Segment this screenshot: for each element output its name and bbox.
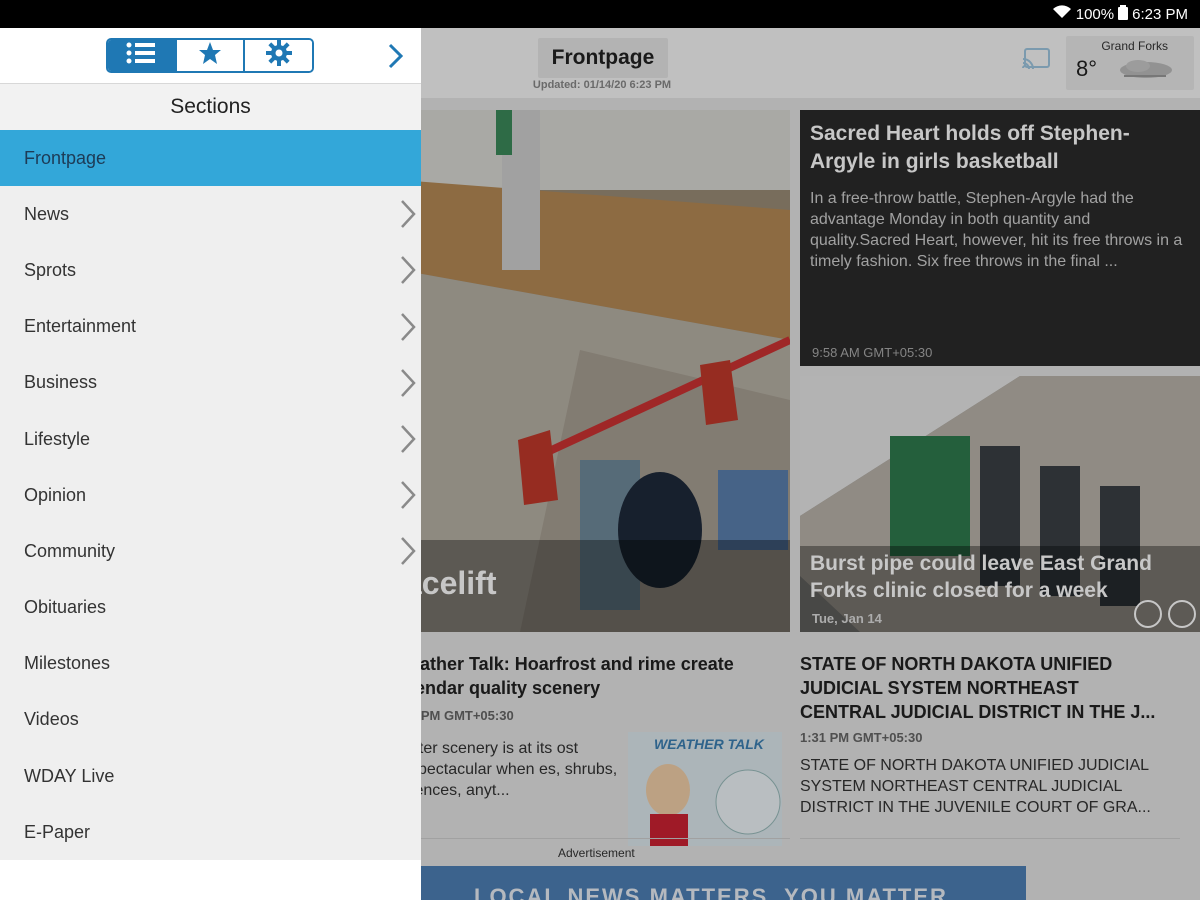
tab-settings[interactable] [245,40,312,71]
sidebar-item-wday-live[interactable]: WDAY Live [0,748,421,804]
chevron-right-icon [399,311,417,343]
navigation-drawer: Sections Frontpage News Sprots Entertain… [0,28,421,860]
sidebar-item-videos[interactable]: Videos [0,692,421,748]
sidebar-item-label: Community [24,540,116,561]
chevron-right-icon [399,198,417,230]
chevron-right-icon[interactable] [384,42,406,70]
sidebar-item-opinion[interactable]: Opinion [0,467,421,523]
tab-favorites[interactable] [176,40,246,71]
sidebar-item-label: Opinion [24,484,87,505]
chevron-right-icon [399,254,417,286]
sidebar-item-entertainment[interactable]: Entertainment [0,299,421,355]
tab-sections[interactable] [108,40,177,71]
app-window: Frontpage Updated: 01/14/20 6:23 PM Gran… [0,28,1200,900]
sidebar-item-frontpage[interactable]: Frontpage [0,130,421,187]
sidebar-item-label: Entertainment [24,316,137,337]
battery-icon [1118,4,1129,24]
sidebar-item-news[interactable]: News [0,186,421,242]
battery-percent: 100% [1075,5,1115,23]
sidebar-item-milestones[interactable]: Milestones [0,636,421,692]
drawer-header [0,28,421,84]
list-icon [126,42,156,69]
sidebar-item-business[interactable]: Business [0,355,421,411]
sidebar-item-label: Business [24,372,98,393]
drawer-footer [0,860,421,900]
sidebar-item-label: News [24,203,70,224]
star-icon [198,41,222,70]
sidebar-item-label: Obituaries [24,597,107,618]
sidebar-item-sprots[interactable]: Sprots [0,242,421,298]
sidebar-item-community[interactable]: Community [0,523,421,579]
clock: 6:23 PM [1132,5,1188,23]
chevron-right-icon [399,367,417,399]
sidebar-item-lifestyle[interactable]: Lifestyle [0,411,421,467]
sidebar-item-label: Lifestyle [24,428,91,449]
status-bar: 100% 6:23 PM [0,0,1200,28]
drawer-tab-switcher [106,38,314,73]
sidebar-item-label: WDAY Live [24,765,115,786]
chevron-right-icon [399,535,417,567]
sections-list: Frontpage News Sprots Entertainment Busi… [0,130,421,860]
gear-icon [265,40,292,71]
sidebar-item-label: E-Paper [24,821,91,842]
sidebar-item-e-paper[interactable]: E-Paper [0,804,421,860]
wifi-icon [1052,5,1072,23]
chevron-right-icon [399,423,417,455]
sections-title: Sections [0,84,421,130]
sidebar-item-label: Frontpage [24,147,107,168]
sidebar-item-obituaries[interactable]: Obituaries [0,580,421,636]
sidebar-item-label: Videos [24,709,79,730]
sidebar-item-label: Sprots [24,259,77,280]
sidebar-item-label: Milestones [24,653,111,674]
chevron-right-icon [399,479,417,511]
